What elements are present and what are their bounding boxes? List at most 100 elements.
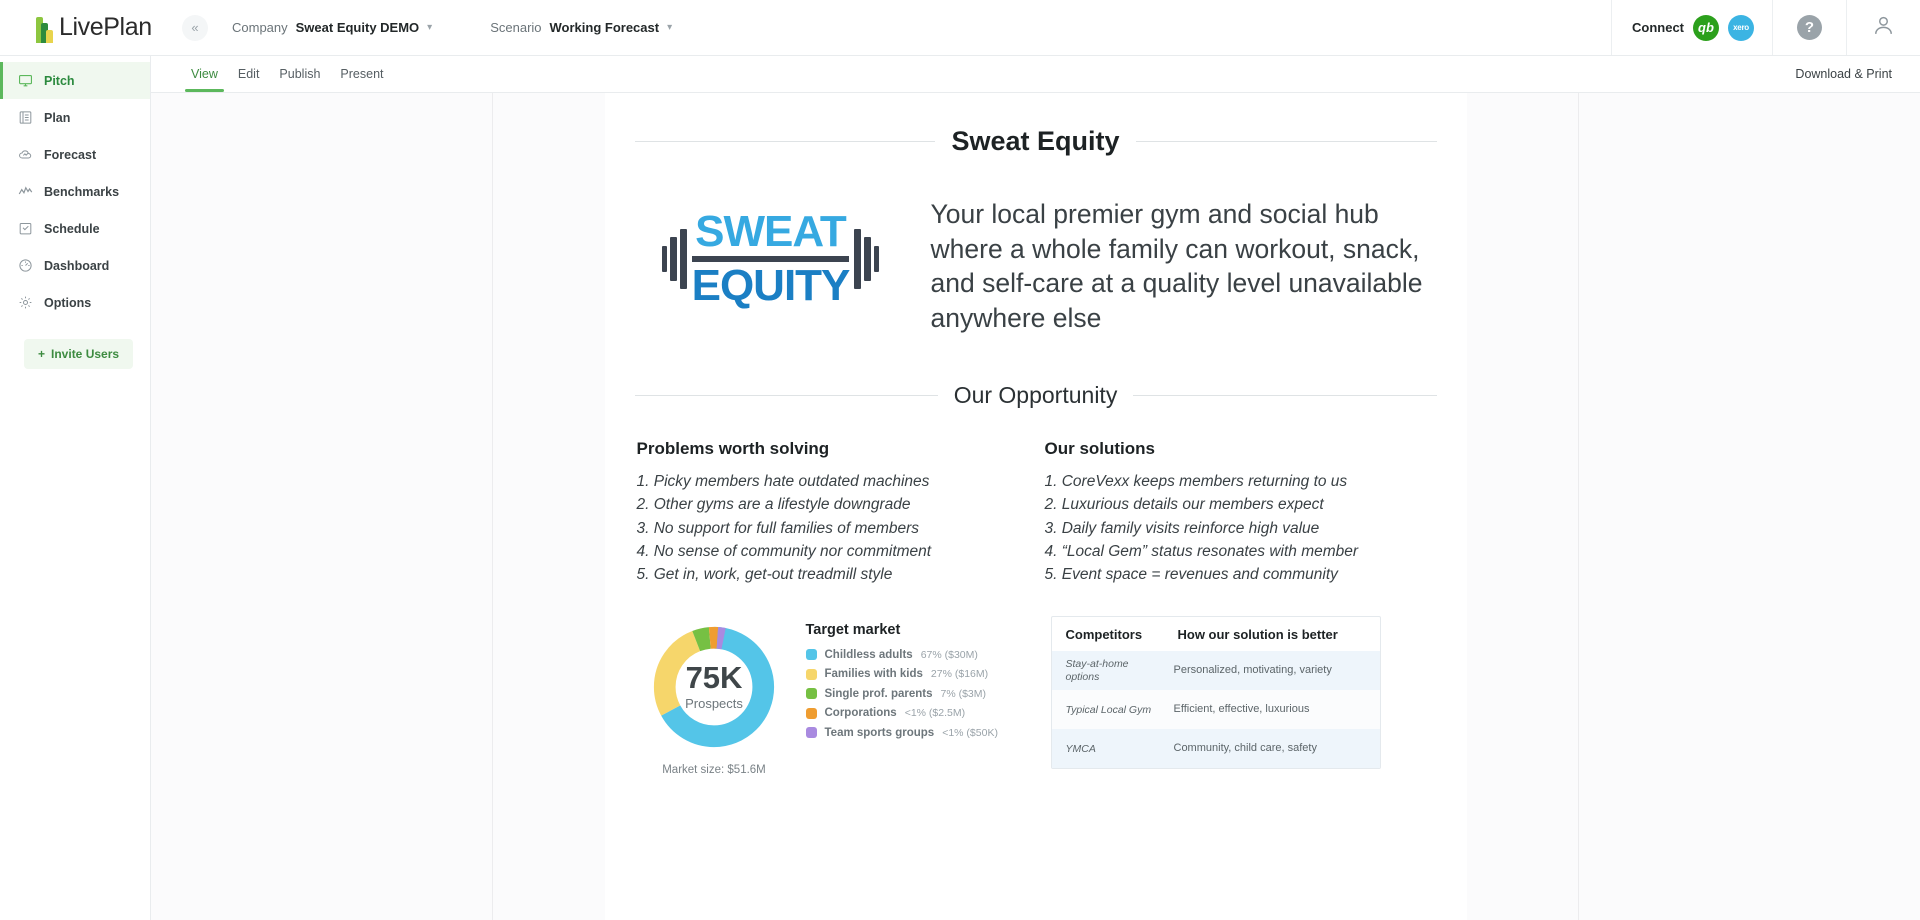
list-item: 2. Other gyms are a lifestyle downgrade: [636, 496, 911, 514]
sidebar-item-label: Benchmarks: [44, 184, 120, 199]
tab-edit[interactable]: Edit: [228, 56, 270, 92]
legend-value: <1% ($50K): [942, 726, 998, 739]
legend-swatch-icon: [805, 649, 817, 661]
legend-label: Corporations: [824, 707, 897, 720]
company-value: Sweat Equity DEMO: [295, 20, 420, 35]
document-list-icon: [18, 110, 33, 125]
legend-value: 7% ($3M): [940, 687, 987, 700]
legend-value: <1% ($2.5M): [904, 707, 966, 720]
content-area: View Edit Publish Present Download & Pri…: [151, 56, 1920, 920]
donut-center-label: Prospects: [685, 696, 743, 712]
invite-users-button[interactable]: + Invite Users: [24, 339, 134, 369]
tab-view[interactable]: View: [181, 56, 228, 92]
pitch-tab-bar: View Edit Publish Present Download & Pri…: [151, 56, 1920, 93]
column-header-competitors: Competitors: [1065, 626, 1143, 642]
logo-bottom-word: EQUITY: [691, 261, 851, 311]
chevron-down-icon: ▾: [667, 22, 673, 33]
divider: [1135, 141, 1437, 142]
connect-label: Connect: [1632, 20, 1684, 35]
tab-publish[interactable]: Publish: [269, 56, 330, 92]
market-size-label: Market size: $51.6M: [662, 763, 766, 776]
topbar-actions: Connect qb xero ?: [1611, 0, 1920, 55]
pitch-tagline: Your local premier gym and social hub wh…: [930, 199, 1423, 334]
table-row: Stay-at-home options Personalized, motiv…: [1051, 651, 1380, 691]
brand-logo[interactable]: LivePlan: [0, 13, 186, 43]
invite-users-container: + Invite Users: [0, 339, 150, 369]
donut-chart-column: 75K Prospects Market size: $51.6M: [637, 616, 792, 776]
target-market-donut-chart: 75K Prospects: [649, 622, 779, 752]
cell-advantage: Community, child care, safety: [1173, 742, 1317, 755]
quickbooks-icon[interactable]: qb: [1693, 14, 1719, 41]
cloud-chart-icon: [18, 147, 33, 162]
problems-heading: Problems worth solving: [636, 438, 830, 458]
divider: [1133, 394, 1437, 396]
scenario-value: Working Forecast: [549, 20, 660, 35]
xero-icon[interactable]: xero: [1728, 14, 1754, 41]
opportunity-title: Our Opportunity: [953, 381, 1118, 408]
help-button[interactable]: ?: [1772, 0, 1846, 55]
sidebar-item-label: Pitch: [44, 73, 75, 88]
table-row: YMCA Community, child care, safety: [1051, 729, 1380, 769]
divider: [634, 141, 936, 142]
sidebar-item-forecast[interactable]: Forecast: [0, 136, 150, 173]
help-icon: ?: [1797, 15, 1822, 40]
sidebar-item-dashboard[interactable]: Dashboard: [0, 247, 150, 284]
plus-icon: +: [38, 347, 46, 361]
sidebar-item-pitch[interactable]: Pitch: [0, 62, 150, 99]
checkbox-calendar-icon: [18, 221, 33, 236]
target-market-block: 75K Prospects Market size: $51.6M Target…: [637, 616, 1027, 776]
line-chart-icon: [18, 184, 33, 199]
sidebar-item-schedule[interactable]: Schedule: [0, 210, 150, 247]
connect-accounting-button[interactable]: Connect qb xero: [1611, 0, 1772, 55]
sidebar-item-plan[interactable]: Plan: [0, 99, 150, 136]
opportunity-title-row: Our Opportunity: [634, 381, 1437, 409]
sidebar-item-label: Schedule: [44, 221, 100, 236]
scenario-label: Scenario: [490, 20, 542, 35]
gear-icon: [18, 295, 33, 310]
list-item: 5. Event space = revenues and community: [1044, 566, 1338, 584]
sidebar-item-label: Dashboard: [44, 258, 110, 273]
solutions-column: Our solutions 1. CoreVexx keeps members …: [1045, 439, 1435, 590]
tab-present[interactable]: Present: [330, 56, 393, 92]
cell-competitor: Stay-at-home options: [1065, 658, 1129, 683]
legend-item: Corporations <1% ($2.5M): [805, 707, 1027, 720]
sidebar-item-label: Plan: [44, 110, 71, 125]
list-item: 3. Daily family visits reinforce high va…: [1044, 519, 1320, 537]
solutions-heading: Our solutions: [1044, 438, 1156, 458]
page-edge-left: [492, 93, 493, 920]
legend-item: Families with kids 27% ($16M): [805, 668, 1027, 680]
legend-item: Single prof. parents 7% ($3M): [805, 687, 1027, 700]
sidebar-item-benchmarks[interactable]: Benchmarks: [0, 173, 150, 210]
sidebar-collapse-icon[interactable]: «: [182, 14, 208, 41]
scenario-selector[interactable]: Scenario Working Forecast ▾: [490, 20, 672, 35]
legend-item: Team sports groups <1% ($50K): [805, 726, 1027, 739]
logo-top-word: SWEAT: [695, 207, 847, 256]
column-header-advantage: How our solution is better: [1177, 626, 1338, 642]
divider: [634, 394, 938, 396]
sidebar-item-label: Options: [44, 295, 92, 310]
tab-label: View: [191, 67, 218, 81]
donut-center-labels: 75K Prospects: [649, 622, 779, 752]
barbell-plates-right-icon: [854, 229, 880, 290]
table-header: Competitors How our solution is better: [1052, 617, 1380, 651]
account-button[interactable]: [1846, 0, 1920, 55]
market-competitors-row: 75K Prospects Market size: $51.6M Target…: [605, 590, 1467, 776]
target-market-legend: Target market Childless adults 67% ($30M…: [805, 616, 1027, 747]
chevron-down-icon: ▾: [427, 22, 433, 33]
hero-section: SWEAT EQUITY Your local premier gym and …: [605, 157, 1467, 336]
page-title: Sweat Equity: [951, 126, 1120, 156]
logo-wordmark: SWEAT EQUITY: [691, 207, 851, 311]
barbell-plates-left-icon: [661, 229, 687, 290]
company-selector[interactable]: Company Sweat Equity DEMO ▾: [232, 20, 432, 35]
legend-item: Childless adults 67% ($30M): [805, 649, 1027, 661]
sidebar-item-options[interactable]: Options: [0, 284, 150, 321]
list-item: 4. “Local Gem” status resonates with mem…: [1044, 543, 1359, 561]
cell-advantage: Efficient, effective, luxurious: [1173, 703, 1310, 716]
download-print-link[interactable]: Download & Print: [1795, 67, 1892, 81]
problems-column: Problems worth solving 1. Picky members …: [637, 439, 1027, 590]
legend-swatch-icon: [805, 688, 817, 700]
problems-list: 1. Picky members hate outdated machines …: [637, 473, 1027, 586]
top-bar: LivePlan « Company Sweat Equity DEMO ▾ S…: [0, 0, 1920, 56]
pitch-title-row: Sweat Equity: [634, 126, 1437, 157]
list-item: 2. Luxurious details our members expect: [1044, 496, 1324, 514]
